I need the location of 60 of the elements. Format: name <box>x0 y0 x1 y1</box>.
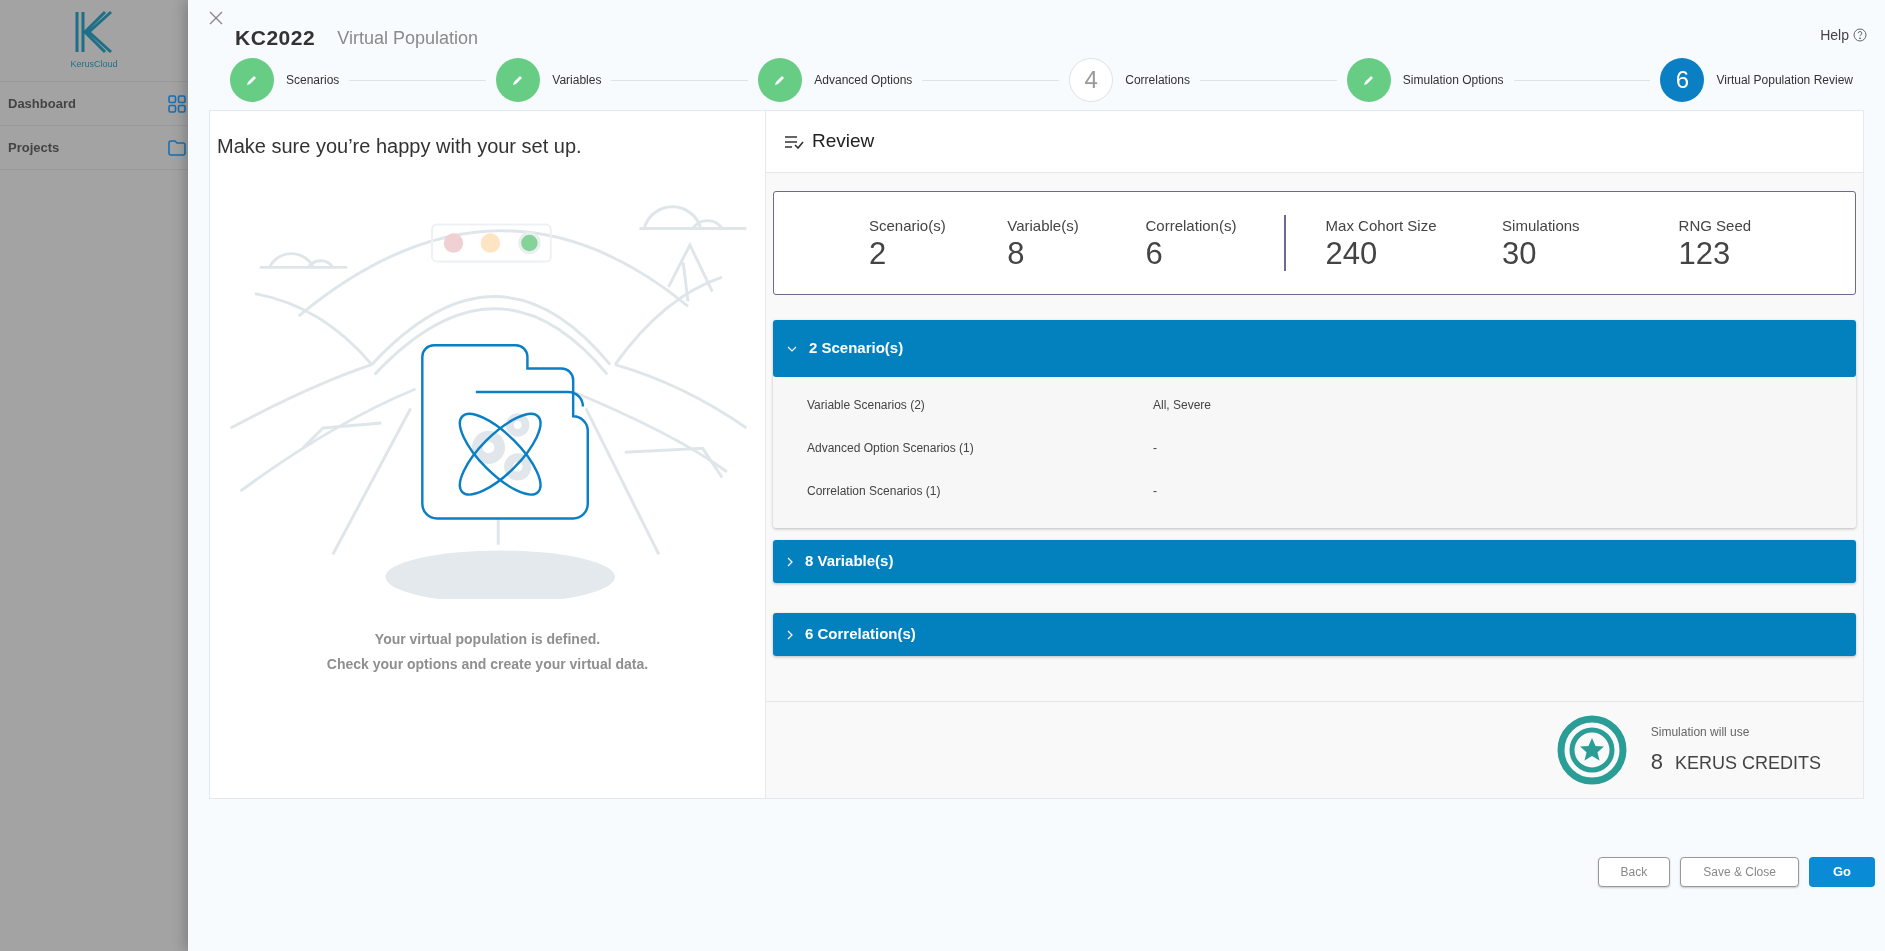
stat-value: 30 <box>1502 237 1538 272</box>
step-label[interactable]: Variables <box>552 71 602 89</box>
stat-value: 8 <box>1007 237 1026 272</box>
pencil-icon <box>1361 73 1376 87</box>
stat-label: Variable(s) <box>1007 215 1080 236</box>
grid-icon <box>168 94 186 113</box>
step-label[interactable]: Virtual Population Review <box>1716 71 1853 89</box>
step-done-marker[interactable] <box>230 58 274 102</box>
k-logo-icon <box>74 9 114 54</box>
step-label[interactable]: Correlations <box>1125 71 1190 89</box>
step-done-marker[interactable] <box>1346 58 1391 102</box>
step-done-marker[interactable] <box>758 58 803 102</box>
row-label: Correlation Scenarios (1) <box>807 482 942 500</box>
chevron-right-icon <box>787 629 793 640</box>
step-label[interactable]: Simulation Options <box>1402 71 1504 89</box>
secondary-button[interactable]: Back <box>1597 857 1671 887</box>
stat-label: Max Cohort Size <box>1325 215 1438 236</box>
credits-amount: 8 <box>1650 747 1663 776</box>
summary-divider <box>1283 215 1286 271</box>
logo-text: KerusCloud <box>70 57 118 71</box>
row-label: Variable Scenarios (2) <box>807 396 926 414</box>
step-done-marker[interactable] <box>496 58 541 102</box>
step-label[interactable]: Advanced Options <box>814 71 913 89</box>
stat-value: 2 <box>869 237 888 272</box>
row-value: - <box>1153 482 1157 500</box>
stat-value: 123 <box>1678 237 1732 272</box>
row-value: All, Severe <box>1153 396 1212 414</box>
stat-label: Correlation(s) <box>1145 215 1238 236</box>
accordion-header[interactable]: 8 Variable(s) <box>773 540 1856 583</box>
review-title: Review <box>812 129 875 154</box>
stat-value: 240 <box>1325 237 1379 272</box>
project-code: KC2022 <box>235 25 316 52</box>
close-icon <box>208 10 224 26</box>
row-value: - <box>1153 439 1157 457</box>
accordion-header[interactable]: 2 Scenario(s) <box>773 320 1856 377</box>
pencil-icon <box>245 73 259 87</box>
intro-text: Make sure you’re happy with your set up. <box>217 134 583 159</box>
chevron-down-icon <box>787 345 797 352</box>
step-label[interactable]: Scenarios <box>286 71 340 89</box>
chevron-right-icon <box>787 556 793 567</box>
stat-label: RNG Seed <box>1678 215 1753 236</box>
secondary-button[interactable]: Save & Close <box>1680 857 1799 887</box>
modal-title: Virtual Population <box>337 26 478 50</box>
stat-label: Simulations <box>1502 215 1581 236</box>
checklist-icon <box>784 134 804 149</box>
step-number[interactable]: 4 <box>1069 58 1114 102</box>
stat-value: 6 <box>1145 237 1164 272</box>
folder-icon <box>168 139 186 156</box>
credits-caption: Simulation will use <box>1650 723 1751 741</box>
status-message: Check your options and create your virtual data. <box>326 655 649 674</box>
help-link[interactable]: Help <box>1820 24 1867 46</box>
step-number[interactable]: 6 <box>1660 58 1705 102</box>
row-label: Advanced Option Scenarios (1) <box>807 439 975 457</box>
go-button[interactable]: Go <box>1808 857 1875 887</box>
stat-label: Scenario(s) <box>869 215 947 236</box>
credits-unit: KERUS CREDITS <box>1674 751 1821 775</box>
help-icon <box>1853 28 1867 42</box>
status-message: Your virtual population is defined. <box>374 630 601 649</box>
accordion-header[interactable]: 6 Correlation(s) <box>773 613 1856 656</box>
star-badge-icon <box>1556 715 1627 785</box>
